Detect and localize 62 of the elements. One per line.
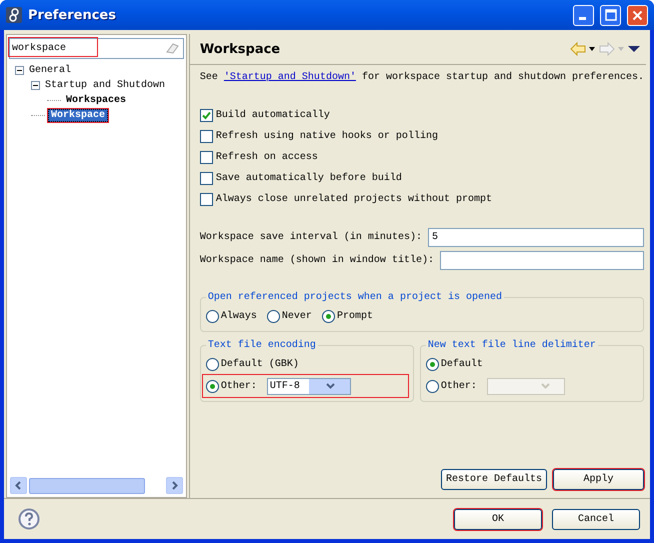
option-label: Default (GBK): [220, 358, 299, 370]
help-icon[interactable]: [18, 508, 40, 530]
option-label: Always: [220, 310, 257, 322]
maximize-icon: [604, 9, 616, 21]
input-field[interactable]: [440, 251, 644, 270]
caret-icon: [541, 383, 550, 389]
checkbox-label: Build automatically: [216, 110, 330, 121]
back-arrow-icon[interactable]: [570, 42, 596, 56]
dropdown[interactable]: UTF-8: [266, 378, 351, 394]
checkbox[interactable]: [200, 151, 213, 164]
collapse-icon[interactable]: [31, 81, 40, 90]
minimize-button[interactable]: [573, 4, 594, 26]
radio-button[interactable]: [266, 310, 280, 322]
radio-button[interactable]: [206, 380, 219, 392]
page-title: Workspace: [200, 42, 282, 56]
menu-icon[interactable]: [628, 45, 640, 53]
close-button[interactable]: [627, 4, 648, 26]
radio-button[interactable]: [426, 358, 439, 370]
minimize-icon: [578, 17, 586, 20]
option-label: Other:: [220, 380, 257, 392]
checkbox-label: Always close unrelated projects without prompt: [216, 194, 492, 205]
search-field[interactable]: workspace: [9, 38, 184, 59]
checkbox-label: Save automatically before build: [216, 173, 402, 184]
intro-text: See 'Startup and Shutdown' for workspace startup and shutdown preferences.: [200, 72, 644, 83]
app-icon: [6, 7, 22, 23]
group-title: Text file encoding: [206, 340, 317, 351]
tree-item[interactable]: General: [27, 65, 74, 76]
tree-item[interactable]: Workspaces: [64, 95, 128, 106]
option-label: Other:: [440, 380, 477, 392]
checkbox-label: Refresh on access: [216, 152, 318, 163]
input-field[interactable]: 5: [428, 228, 644, 247]
group-title: New text file line delimiter: [426, 340, 597, 351]
window-title: Preferences: [28, 8, 117, 22]
scrollbar-thumb[interactable]: [29, 478, 145, 494]
close-icon: [632, 10, 643, 20]
checkbox[interactable]: [200, 130, 213, 143]
caret-icon: [326, 383, 335, 389]
dialog-button[interactable]: Restore Defaults: [440, 469, 547, 490]
scroll-right-icon[interactable]: [166, 477, 183, 494]
option-label: Never: [282, 310, 312, 322]
radio-button[interactable]: [426, 380, 439, 392]
checkbox[interactable]: [200, 109, 213, 122]
radio-button[interactable]: [206, 358, 219, 370]
radio-button[interactable]: [206, 310, 219, 322]
dialog-button[interactable]: Apply: [553, 469, 644, 490]
startup-link[interactable]: 'Startup and Shutdown': [224, 72, 356, 83]
field-label: Workspace name (shown in window title):: [200, 255, 434, 266]
option-label: Prompt: [336, 310, 373, 322]
maximize-button[interactable]: [600, 4, 621, 26]
tree-item[interactable]: Workspace: [48, 109, 108, 122]
dialog-button[interactable]: Cancel: [552, 508, 640, 530]
collapse-icon[interactable]: [15, 66, 24, 75]
checkbox[interactable]: [200, 172, 213, 185]
checkbox[interactable]: [200, 193, 213, 206]
option-label: Default: [440, 358, 483, 370]
scroll-left-icon[interactable]: [10, 477, 27, 494]
checkbox-label: Refresh using native hooks or polling: [216, 131, 438, 142]
tree-item[interactable]: Startup and Shutdown: [43, 80, 168, 91]
dialog-button[interactable]: OK: [454, 508, 542, 530]
field-label: Workspace save interval (in minutes):: [200, 232, 422, 243]
group-title: Open referenced projects when a project is opened: [206, 292, 503, 303]
radio-button[interactable]: [322, 310, 335, 322]
